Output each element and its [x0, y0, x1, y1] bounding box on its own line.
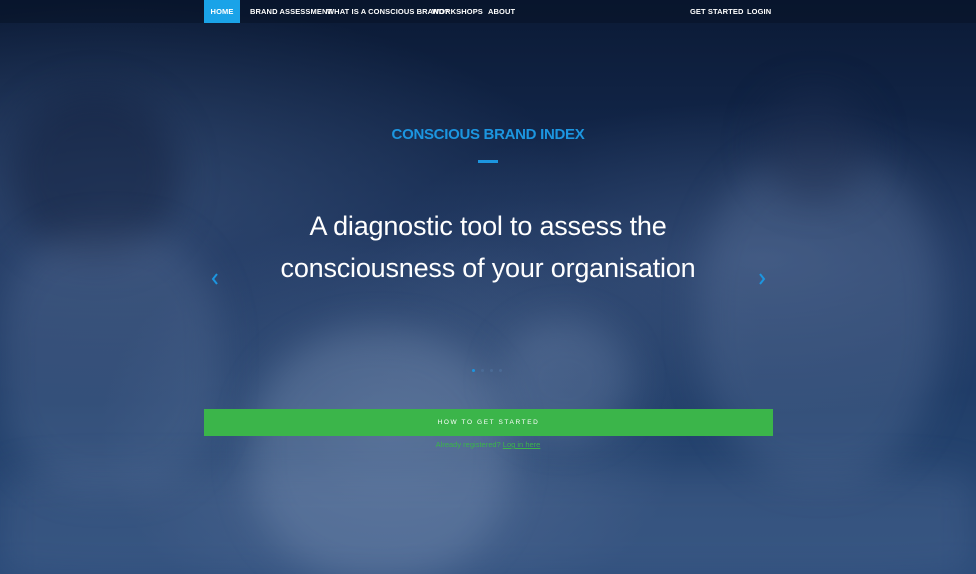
- hero-headline: A diagnostic tool to assess the consciou…: [238, 205, 738, 289]
- hero-headline-line-2: consciousness of your organisation: [280, 253, 696, 283]
- top-navigation: HOME BRAND ASSESSMENT WHAT IS A CONSCIOU…: [0, 0, 976, 23]
- nav-item-brand-assessment[interactable]: BRAND ASSESSMENT: [250, 0, 332, 23]
- nav-item-workshops[interactable]: WORKSHOPS: [432, 0, 483, 23]
- carousel-dot[interactable]: [481, 369, 484, 372]
- carousel-dot[interactable]: [472, 369, 475, 372]
- nav-item-get-started[interactable]: GET STARTED: [690, 0, 743, 23]
- hero-headline-line-1: A diagnostic tool to assess the: [309, 211, 667, 241]
- nav-item-login[interactable]: LOGIN: [747, 0, 771, 23]
- nav-item-what-is-a-conscious-brand[interactable]: WHAT IS A CONSCIOUS BRAND?: [327, 0, 449, 23]
- login-prompt: Already registered? Log in here: [0, 440, 976, 449]
- carousel-dot[interactable]: [499, 369, 502, 372]
- chevron-left-icon[interactable]: [209, 270, 221, 288]
- carousel-dot[interactable]: [490, 369, 493, 372]
- hero-eyebrow-title: CONSCIOUS BRAND INDEX: [391, 126, 585, 143]
- nav-item-about[interactable]: ABOUT: [488, 0, 515, 23]
- background-photo-shape: [0, 230, 220, 490]
- carousel-indicators: [472, 369, 502, 374]
- background-photo-shape: [760, 90, 870, 200]
- chevron-right-icon[interactable]: [756, 270, 768, 288]
- login-link[interactable]: Log in here: [503, 440, 541, 449]
- background-photo-shape: [0, 470, 976, 574]
- login-prompt-text: Already registered?: [435, 440, 503, 449]
- eyebrow-divider: [478, 160, 498, 163]
- nav-item-home[interactable]: HOME: [204, 0, 240, 23]
- how-to-get-started-button[interactable]: HOW TO GET STARTED: [204, 409, 773, 436]
- page: HOME BRAND ASSESSMENT WHAT IS A CONSCIOU…: [0, 0, 976, 574]
